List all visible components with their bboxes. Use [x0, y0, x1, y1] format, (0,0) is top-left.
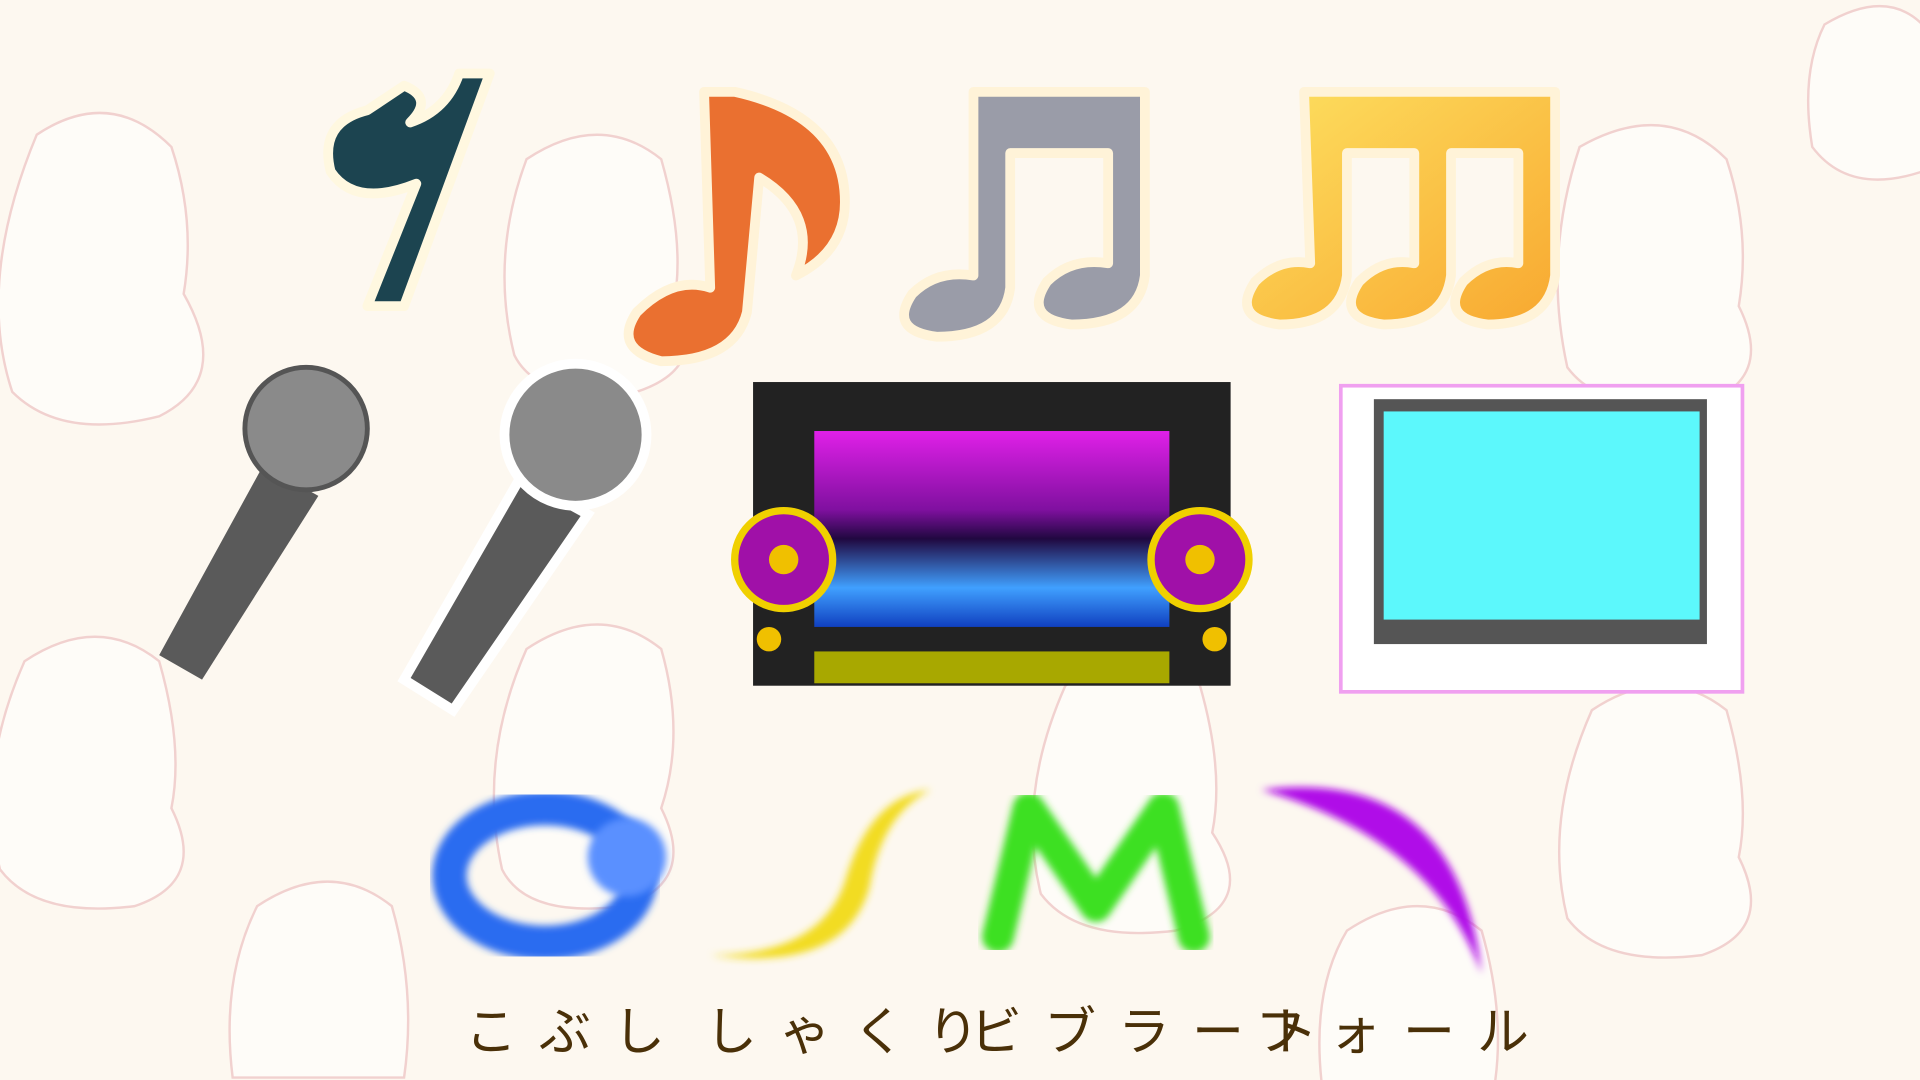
karaoke-screen-icon	[731, 382, 1253, 686]
microphone-icon	[159, 364, 370, 680]
illustration-canvas	[0, 5, 1920, 1080]
beamed-eighth-notes-icon	[899, 86, 1150, 342]
label-kobushi: こぶし	[465, 1003, 688, 1063]
triplet-notes-icon	[1242, 86, 1560, 330]
quarter-rest-icon	[323, 68, 495, 312]
label-shakuri: しゃくり	[705, 1003, 1002, 1063]
shakuri-symbol-icon	[710, 789, 931, 959]
tablet-screen-icon	[1338, 383, 1745, 694]
label-fall: フォール	[1255, 1003, 1552, 1063]
